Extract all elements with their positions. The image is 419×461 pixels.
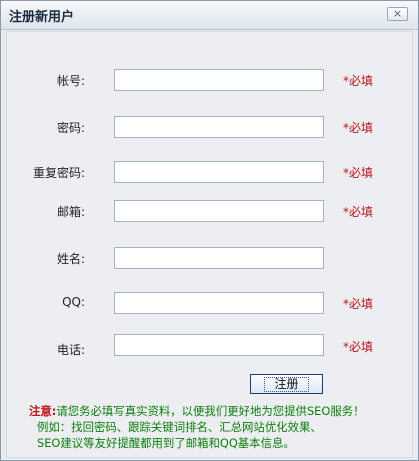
- confirm-password-required-note: *必填: [343, 166, 374, 180]
- name-label: 姓名:: [56, 252, 85, 266]
- register-button-label: 注册: [264, 376, 309, 392]
- qq-label: QQ:: [62, 295, 85, 309]
- confirm-password-label: 重复密码:: [32, 166, 85, 180]
- register-button[interactable]: 注册: [250, 374, 323, 394]
- notice-line-3: SEO建议等友好提醒都用到了邮箱和QQ基本信息。: [37, 436, 295, 450]
- notice-line-2: 例如：找回密码、跟踪关键词排名、汇总网站优化效果、: [37, 420, 322, 434]
- close-icon: ×: [392, 7, 403, 20]
- email-input[interactable]: [114, 200, 324, 222]
- password-required-note: *必填: [343, 121, 374, 135]
- close-button[interactable]: ×: [387, 7, 408, 21]
- name-input[interactable]: [114, 247, 324, 269]
- email-required-note: *必填: [343, 205, 374, 219]
- notice-line-1: 请您务必填写真实资料，以便我们更好地为您提供SEO服务！: [56, 404, 365, 418]
- register-dialog: 注册新用户 × 帐号: *必填 密码: *必填 重复密码: *必填 邮箱: *必…: [0, 0, 419, 461]
- account-label: 帐号:: [56, 74, 85, 88]
- phone-input[interactable]: [114, 334, 324, 356]
- title-bar[interactable]: 注册新用户 ×: [1, 1, 418, 30]
- dialog-title: 注册新用户: [9, 10, 75, 25]
- form-panel: [6, 31, 413, 458]
- phone-label: 电话:: [56, 343, 85, 357]
- password-label: 密码:: [56, 121, 85, 135]
- phone-required-note: *必填: [343, 340, 374, 354]
- confirm-password-input[interactable]: [114, 161, 324, 183]
- account-required-note: *必填: [343, 74, 374, 88]
- qq-required-note: *必填: [343, 297, 374, 311]
- password-input[interactable]: [114, 116, 324, 138]
- account-input[interactable]: [114, 69, 324, 91]
- notice-label: 注意:: [29, 404, 57, 418]
- qq-input[interactable]: [114, 292, 324, 314]
- notice-block: 注意:请您务必填写真实资料，以便我们更好地为您提供SEO服务！ 例如：找回密码、…: [29, 403, 414, 451]
- email-label: 邮箱:: [56, 205, 85, 219]
